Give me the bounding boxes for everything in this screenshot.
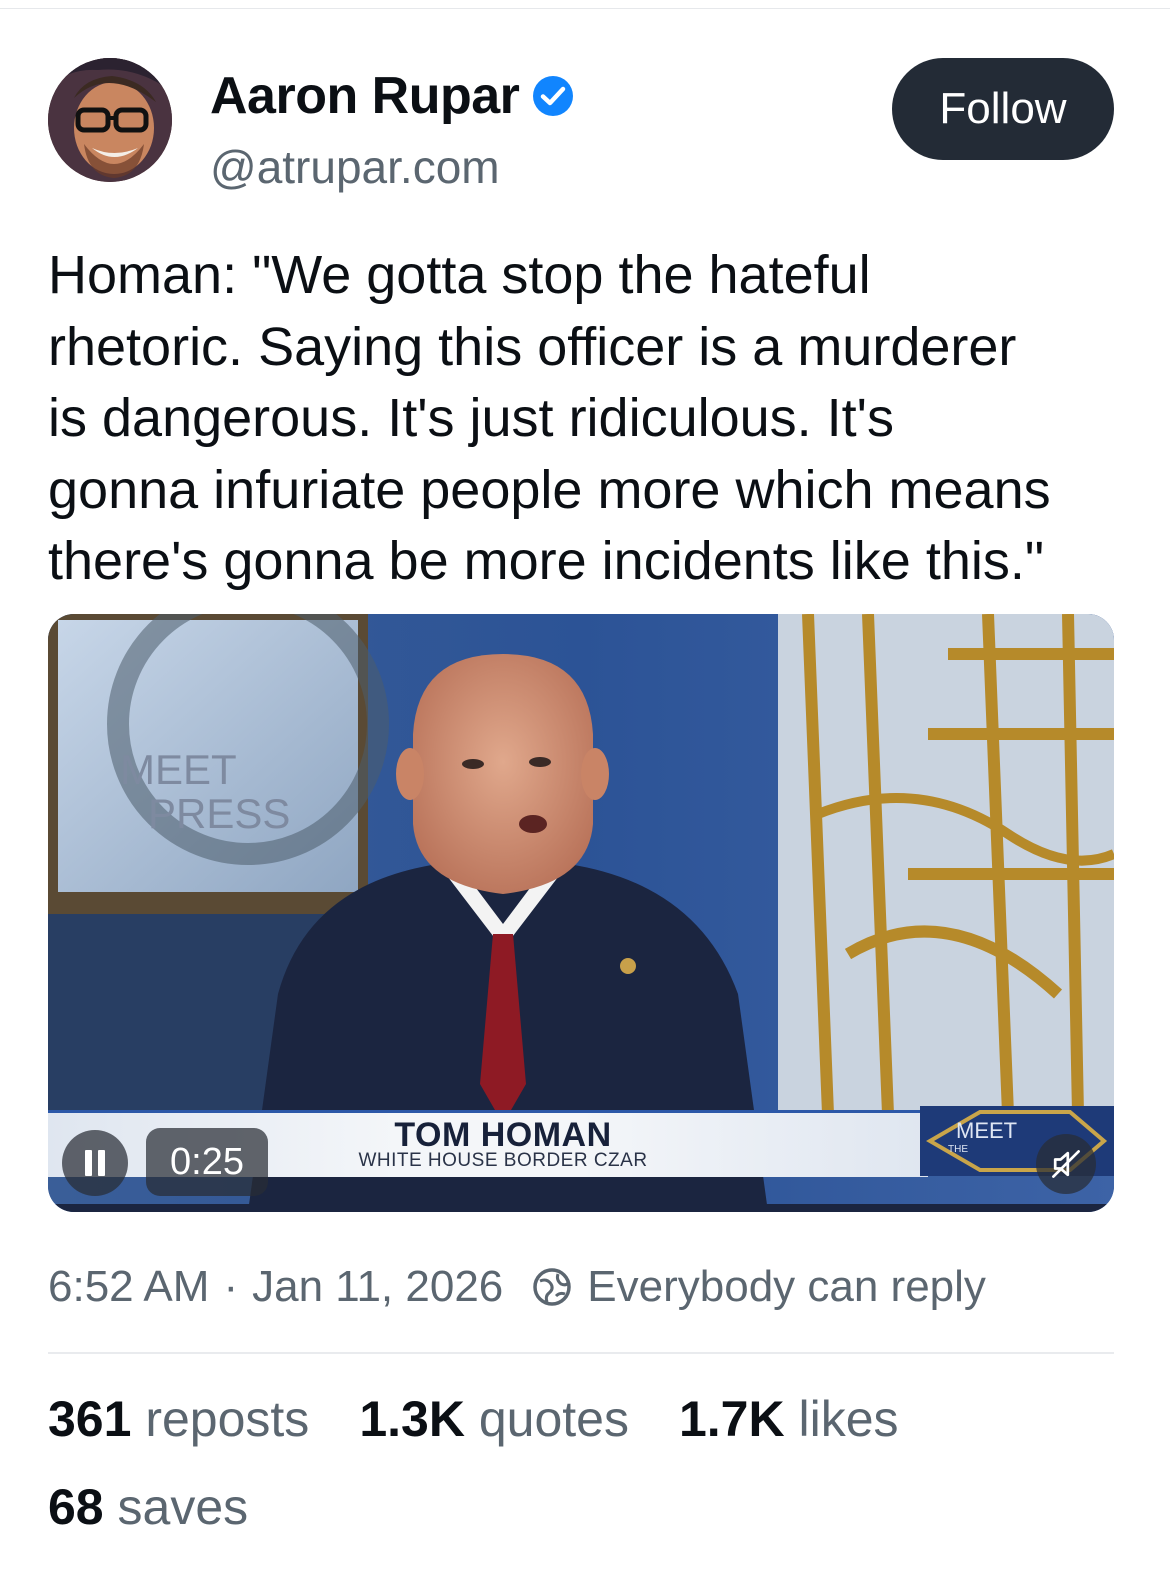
logo-bug-text-the: THE: [948, 1144, 968, 1155]
reposts-label: reposts: [145, 1391, 310, 1447]
avatar-photo-icon: [48, 58, 172, 182]
likes-label: likes: [798, 1391, 899, 1447]
globe-icon: [533, 1268, 572, 1306]
saves-stat[interactable]: 68 saves: [48, 1478, 248, 1536]
reply-setting: Everybody can reply: [587, 1262, 986, 1311]
quotes-stat[interactable]: 1.3K quotes: [359, 1390, 629, 1448]
post-text: Homan: "We gotta stop the hateful rhetor…: [48, 245, 1051, 591]
engagement-stats: 361 reposts 1.3K quotes 1.7K likes: [48, 1390, 949, 1448]
quotes-count: 1.3K: [359, 1391, 465, 1447]
saves-count: 68: [48, 1479, 104, 1535]
likes-count: 1.7K: [678, 1391, 785, 1447]
set-logo-text-press: PRESS: [148, 790, 290, 837]
author-avatar[interactable]: [48, 58, 172, 182]
author-display-name[interactable]: Aaron Rupar: [210, 66, 575, 126]
quotes-label: quotes: [478, 1391, 629, 1447]
post-meta: 6:52 AM · Jan 11, 2026 Everybody can rep…: [48, 1262, 986, 1312]
top-divider: [0, 8, 1170, 9]
author-handle[interactable]: @atrupar.com: [210, 140, 500, 194]
stats-divider: [48, 1352, 1114, 1354]
meta-separator: ·: [223, 1262, 239, 1311]
pause-icon-bar: [98, 1150, 105, 1176]
pause-button[interactable]: [62, 1130, 128, 1196]
follow-button[interactable]: Follow: [892, 58, 1114, 160]
post-time[interactable]: 6:52 AM: [48, 1262, 209, 1312]
video-elapsed-time: 0:25: [146, 1128, 268, 1196]
post-date[interactable]: Jan 11, 2026: [252, 1262, 503, 1312]
video-player[interactable]: MEET PRESS TOM HOMAN WHITE HOUSE BORDER …: [48, 614, 1114, 1212]
logo-bug-text-meet: MEET: [956, 1118, 1017, 1143]
display-name-text[interactable]: Aaron Rupar: [210, 66, 520, 126]
pause-icon: [85, 1150, 92, 1176]
speaker-muted-icon: [1052, 1150, 1080, 1178]
reposts-count: 361: [48, 1391, 132, 1447]
mute-toggle-button[interactable]: [1036, 1134, 1096, 1194]
saves-label: saves: [117, 1479, 249, 1535]
reposts-stat[interactable]: 361 reposts: [48, 1390, 309, 1448]
set-logo-text-meet: MEET: [120, 746, 237, 793]
likes-stat[interactable]: 1.7K likes: [679, 1390, 899, 1448]
verified-badge-icon: [533, 76, 574, 116]
